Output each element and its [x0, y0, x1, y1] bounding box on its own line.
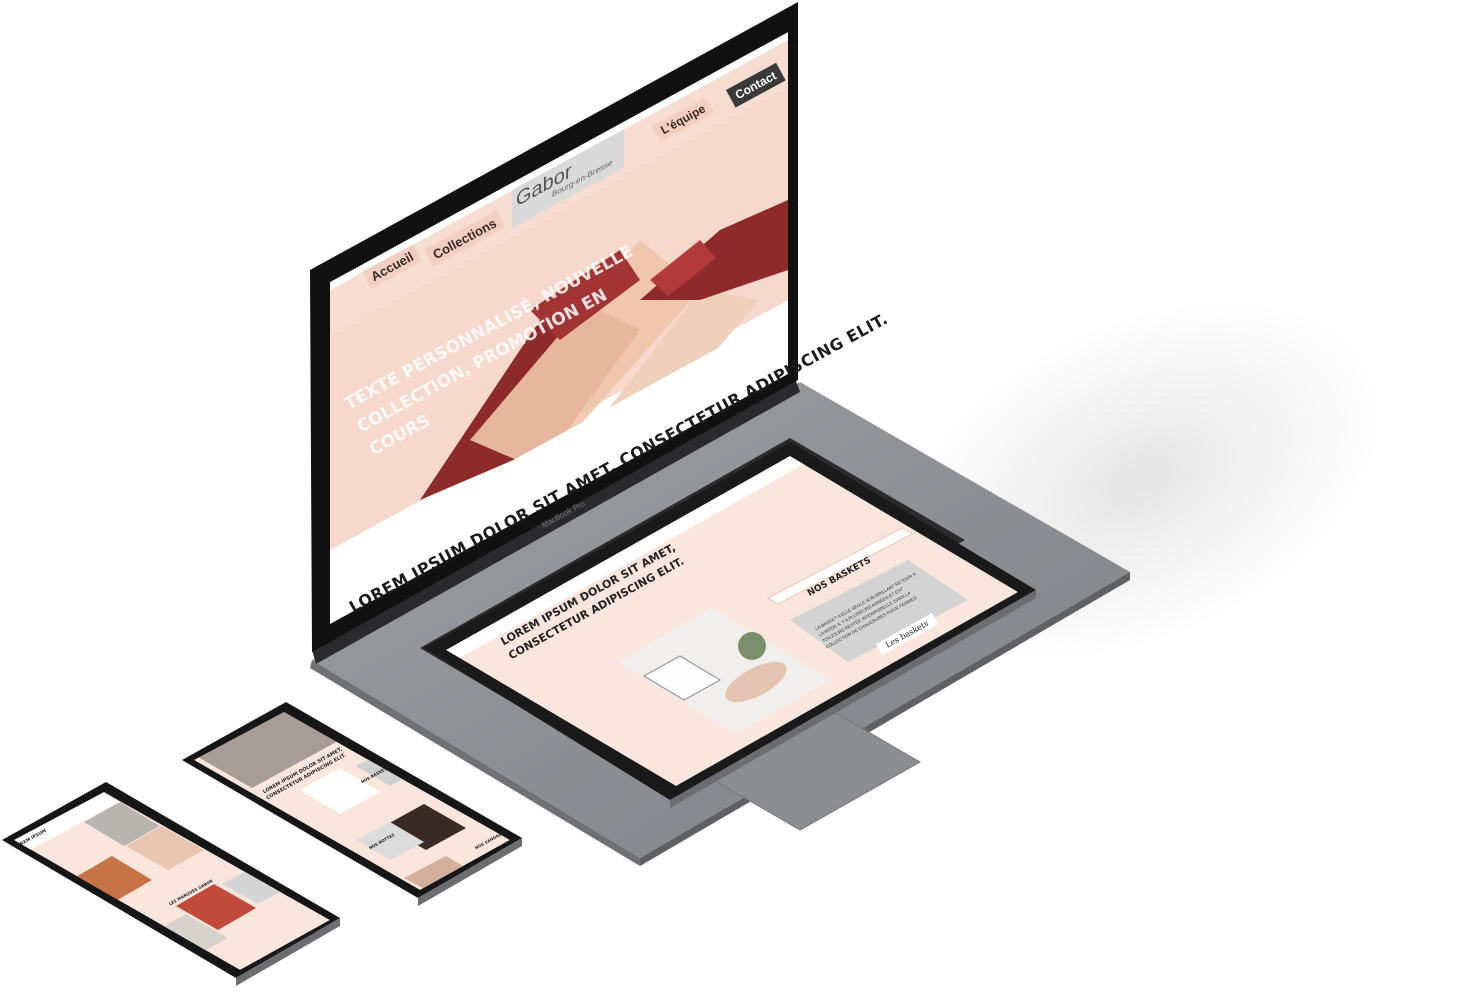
phone-left: [2, 782, 340, 986]
devices-mockup: Accueil Collections Gabor Bourg-en-Bress…: [0, 0, 1468, 992]
